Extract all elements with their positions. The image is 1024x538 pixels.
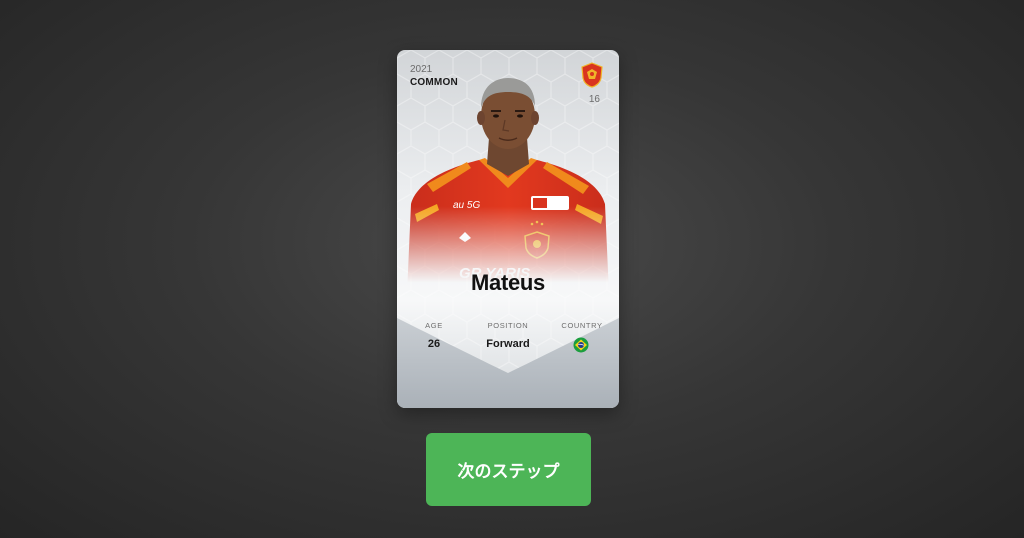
brazil-flag-icon [573, 337, 589, 353]
next-step-button[interactable]: 次のステップ [426, 433, 591, 506]
player-name: Mateus [471, 270, 545, 295]
player-photo: au 5G GR YARIS [407, 78, 609, 294]
svg-text:au 5G: au 5G [453, 200, 480, 211]
country-label: COUNTRY [561, 321, 603, 330]
position-label: POSITION [487, 321, 529, 330]
card-bottom-shield [397, 318, 619, 408]
age-value: 26 [427, 338, 441, 350]
age-label: AGE [425, 321, 443, 330]
position-value: Forward [486, 338, 530, 350]
player-card: 2021 COMMON 16 au 5G GR YARIS Mateus AGE… [397, 50, 619, 408]
